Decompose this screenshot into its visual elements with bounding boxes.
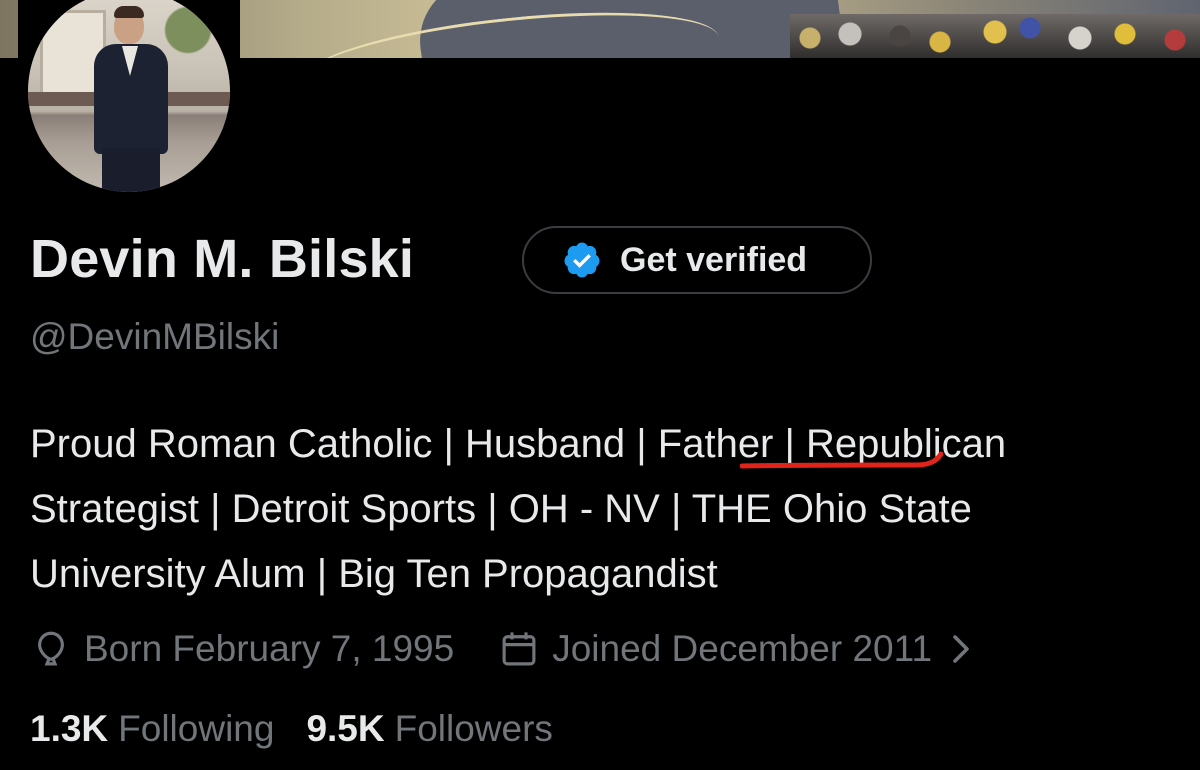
avatar-person <box>86 6 176 192</box>
followers-count: 9.5K <box>306 708 385 749</box>
joined-text: Joined December 2011 <box>552 628 933 669</box>
display-name: Devin M. Bilski <box>30 229 415 289</box>
profile-meta: Born February 7, 1995 Joined December 20… <box>30 622 976 676</box>
bio-line: University Alum | Big Ten Propagandist <box>30 552 718 596</box>
user-handle: @DevinMBilski <box>30 316 280 357</box>
verified-badge-icon <box>562 240 602 280</box>
followers-label: Followers <box>394 708 553 749</box>
chevron-right-icon <box>953 635 969 663</box>
get-verified-label: Get verified <box>620 240 808 279</box>
banner-crowd <box>790 14 1200 58</box>
following-label: Following <box>118 708 275 749</box>
follow-stats: 1.3K Following 9.5K Followers <box>30 708 553 750</box>
profile-page: Devin M. Bilski Get verified @DevinMBils… <box>0 0 1200 770</box>
followers-link[interactable]: 9.5K Followers <box>306 708 552 750</box>
birthday-item: Born February 7, 1995 <box>30 628 454 670</box>
joined-item[interactable]: Joined December 2011 <box>498 628 976 670</box>
balloon-icon <box>30 628 72 670</box>
birthday-text: Born February 7, 1995 <box>84 628 455 669</box>
avatar-person-legs <box>102 148 160 192</box>
following-link[interactable]: 1.3K Following <box>30 708 274 750</box>
get-verified-button[interactable]: Get verified <box>522 226 872 294</box>
calendar-icon <box>498 628 540 670</box>
following-count: 1.3K <box>30 708 109 749</box>
bio-line: Proud Roman Catholic | Husband | Father … <box>30 422 1007 466</box>
profile-bio: Proud Roman Catholic | Husband | Father … <box>30 412 1190 607</box>
avatar-person-hair <box>114 6 144 18</box>
bio-line: Strategist | Detroit Sports | OH - NV | … <box>30 487 972 531</box>
red-underline-annotation <box>740 451 944 469</box>
